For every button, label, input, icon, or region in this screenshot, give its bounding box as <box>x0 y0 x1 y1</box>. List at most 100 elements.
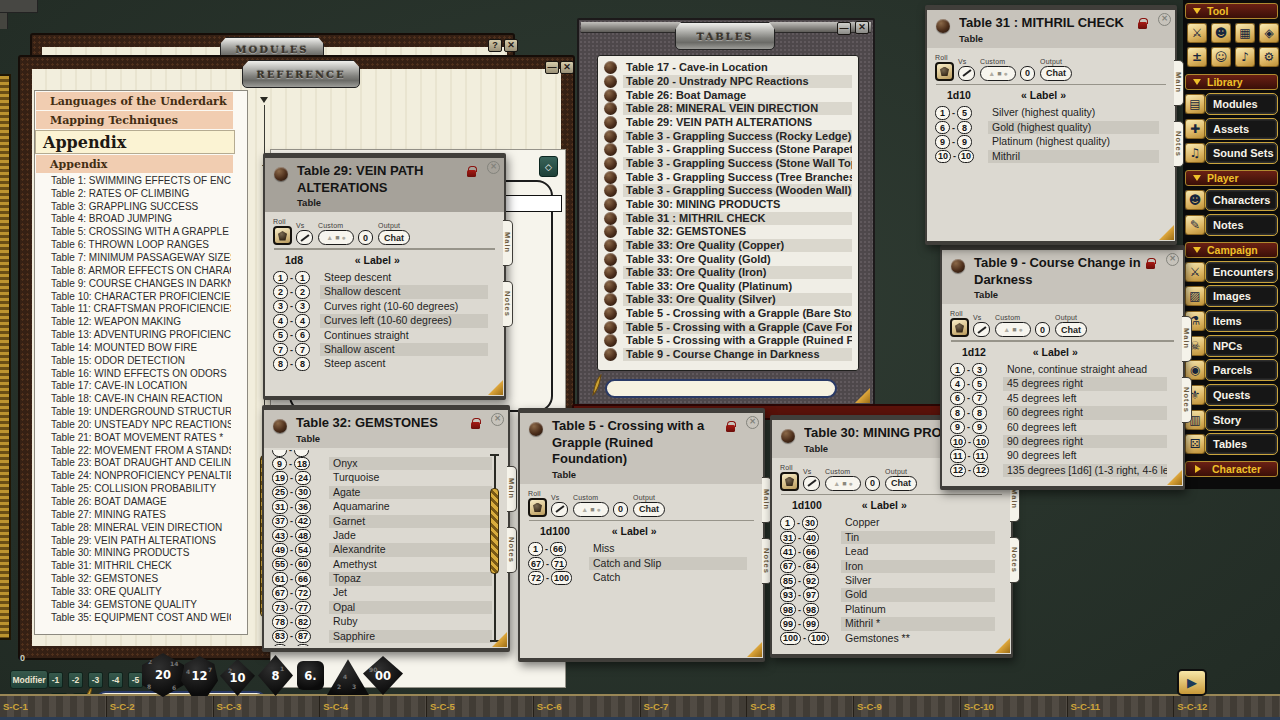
tables-list-item[interactable]: Table 3 - Grappling Success (Tree Branch… <box>598 170 858 184</box>
tab-notes[interactable]: Notes <box>1174 121 1184 167</box>
die-d12[interactable]: 1247 <box>181 656 218 696</box>
reference-list-item[interactable]: Table 6: THROWN LOOP RANGES <box>35 238 231 251</box>
custom-segment-control[interactable]: ▲■● <box>318 230 354 245</box>
reference-list-item[interactable]: Table 13: ADVENTURING PROFICIENCIES <box>35 328 231 341</box>
chat-output-button[interactable]: Chat <box>885 476 917 491</box>
reference-list-item[interactable]: Table 1: SWIMMING EFFECTS OF ENCUMBRANCE <box>35 174 231 187</box>
table-row[interactable]: 9-9Platinum (highest quality) <box>927 135 1175 149</box>
tables-fold-corner[interactable] <box>855 388 870 403</box>
custom-value-box[interactable]: 0 <box>358 230 373 245</box>
reference-list-header[interactable]: Appendix <box>36 155 233 173</box>
table-window-w9[interactable]: Table 9 - Course Change in DarknessTable… <box>940 245 1185 490</box>
reference-list-item[interactable]: Table 9: COURSE CHANGES IN DARKNESS <box>35 277 231 290</box>
reference-list-item[interactable]: Table 19: UNDERGROUND STRUCTURE DEFENSIV… <box>35 405 231 418</box>
quick-modifier--4[interactable]: -4 <box>108 672 123 688</box>
table-row[interactable]: 31-40Tin <box>772 530 1011 544</box>
tab-main[interactable]: Main <box>1182 316 1192 362</box>
reference-list-item[interactable]: Table 2: RATES OF CLIMBING <box>35 187 231 200</box>
window-titlebar[interactable]: Table 5 - Crossing with a Grapple (Ruine… <box>520 413 763 484</box>
table-row[interactable]: 11-1190 degrees left <box>942 449 1183 463</box>
reference-list-item[interactable]: Table 29: VEIN PATH ALTERATIONS <box>35 534 231 547</box>
table-row[interactable]: 43-48Jade <box>264 528 508 542</box>
tables-list-item[interactable]: Table 28: MINERAL VEIN DIRECTION <box>598 102 858 116</box>
tables-list-item[interactable]: Table 32: GEMSTONES <box>598 225 858 239</box>
reference-list-item[interactable]: Table 33: ORE QUALITY <box>35 585 231 598</box>
table-row[interactable]: 99-99Mithril * <box>772 617 1011 631</box>
reference-list-item[interactable]: Table 14: MOUNTED BOW FIRE <box>35 341 231 354</box>
vs-button[interactable] <box>958 66 975 81</box>
table-row[interactable]: 6-745 degrees left <box>942 391 1183 405</box>
sidebar-section-tool[interactable]: Tool <box>1185 3 1278 19</box>
table-row[interactable]: 12-12135 degrees [1d6] (1-3 right, 4-6 l… <box>942 463 1183 477</box>
tables-list-item[interactable]: Table 3 - Grappling Success (Wooden Wall… <box>598 184 858 198</box>
close-icon[interactable]: ✕ <box>746 416 759 429</box>
roll-dice-button[interactable] <box>780 472 799 491</box>
tables-list-item[interactable]: Table 30: MINING PRODUCTS <box>598 198 858 212</box>
tab-notes[interactable]: Notes <box>1010 537 1020 583</box>
tables-list-item[interactable]: Table 3 - Grappling Success (Stone Wall … <box>598 157 858 171</box>
reference-list-item[interactable]: Table 35: EQUIPMENT COST AND WEIGHT <box>35 611 231 624</box>
tables-list-item[interactable]: Table 17 - Cave-in Location <box>598 61 858 75</box>
quick-modifier--2[interactable]: -2 <box>68 672 83 688</box>
table-row[interactable]: 67-71Catch and Slip <box>520 556 763 570</box>
custom-segment-control[interactable]: ▲■● <box>825 476 861 491</box>
tab-main[interactable]: Main <box>1174 60 1184 106</box>
reference-close-button[interactable]: ✕ <box>560 61 574 74</box>
table-row[interactable]: 88-92Diamond <box>264 644 508 646</box>
window-titlebar[interactable]: Table 29: VEIN PATH ALTERATIONSTable✕ <box>265 158 504 212</box>
tables-list-item[interactable]: Table 33: Ore Quality (Iron) <box>598 266 858 280</box>
sidebar-notes-button[interactable]: Notes <box>1205 214 1278 236</box>
table-row[interactable]: 41-66Lead <box>772 545 1011 559</box>
table-row[interactable]: 31-36Aquamarine <box>264 500 508 514</box>
modifier-box[interactable]: Modifier <box>10 670 48 689</box>
tables-list-item[interactable]: Table 9 - Course Change in Darkness <box>598 348 858 362</box>
tool-music-note-button[interactable]: ♪ <box>1234 46 1256 68</box>
tab-main[interactable]: Main <box>507 466 517 512</box>
table-row[interactable]: 2-2Shallow descent <box>265 285 504 299</box>
table-row[interactable]: 49-54Alexandrite <box>264 543 508 557</box>
reference-list-item[interactable]: Table 20: UNSTEADY NPC REACTIONS <box>35 418 231 431</box>
sidebar-assets-icon[interactable]: ✚ <box>1184 118 1206 140</box>
table-row[interactable]: 37-42Garnet <box>264 514 508 528</box>
roll-dice-button[interactable] <box>950 318 969 337</box>
table-row[interactable]: 93-97Gold <box>772 588 1011 602</box>
reference-list-item[interactable]: Table 16: WIND EFFECTS ON ODORS <box>35 367 231 380</box>
reference-list-item[interactable]: Table 12: WEAPON MAKING <box>35 315 231 328</box>
tables-list-item[interactable]: Table 5 - Crossing with a Grapple (Cave … <box>598 320 858 334</box>
table-row[interactable]: 100-100Gemstones ** <box>772 631 1011 645</box>
sidebar-characters-button[interactable]: Characters <box>1205 189 1278 211</box>
chat-output-button[interactable]: Chat <box>1040 66 1072 81</box>
sidebar-sound-sets-button[interactable]: Sound Sets <box>1205 142 1278 164</box>
table-window-w5[interactable]: Table 5 - Crossing with a Grapple (Ruine… <box>518 408 765 662</box>
sidebar-sound-sets-icon[interactable]: ♫ <box>1184 142 1206 164</box>
tables-close-button[interactable]: ✕ <box>855 21 869 34</box>
reference-list-item[interactable]: Table 18: CAVE-IN CHAIN REACTION <box>35 392 231 405</box>
fold-corner[interactable] <box>488 380 503 395</box>
window-titlebar[interactable]: Table 9 - Course Change in DarknessTable… <box>942 250 1183 304</box>
custom-value-box[interactable]: 0 <box>865 476 880 491</box>
table-row[interactable]: 1-30Copper <box>772 516 1011 530</box>
reference-list-item[interactable]: Table 15: ODOR DETECTION <box>35 354 231 367</box>
close-icon[interactable]: ✕ <box>491 413 504 426</box>
tables-list-item[interactable]: Table 33: Ore Quality (Copper) <box>598 239 858 253</box>
tables-list-item[interactable]: Table 20 - Unstrady NPC Reactions <box>598 75 858 89</box>
sidebar-quests-button[interactable]: Quests <box>1205 384 1278 406</box>
sidebar-parcels-button[interactable]: Parcels <box>1205 359 1278 381</box>
reference-list-item[interactable]: Table 23: BOAT DRAUGHT AND CEILINGS <box>35 457 231 470</box>
table-row[interactable]: 67-72Jet <box>264 586 508 600</box>
close-icon[interactable]: ✕ <box>1166 253 1179 266</box>
quick-modifier--1[interactable]: -1 <box>48 672 63 688</box>
sidebar-characters-icon[interactable]: ☻ <box>1184 189 1206 211</box>
custom-segment-control[interactable]: ▲■● <box>980 66 1016 81</box>
table-row[interactable]: 1-5Silver (highest quality) <box>927 106 1175 120</box>
sidebar-notes-icon[interactable]: ✎ <box>1184 214 1206 236</box>
sidebar-modules-icon[interactable]: ▤ <box>1184 93 1206 115</box>
fold-corner[interactable] <box>747 642 762 657</box>
sidebar-tables-button[interactable]: Tables <box>1205 433 1278 455</box>
sidebar-modules-button[interactable]: Modules <box>1205 93 1278 115</box>
sidebar-section-player[interactable]: Player <box>1185 170 1278 186</box>
table-row[interactable]: 9-18Onyx <box>264 457 508 471</box>
table-window-w31[interactable]: Table 31 : MITHRIL CHECKTable✕RollVsCust… <box>925 5 1177 245</box>
reference-list-item[interactable]: Table 22: MOVEMENT FROM A STANDSTILL POS… <box>35 444 231 457</box>
sidebar-section-library[interactable]: Library <box>1185 74 1278 90</box>
